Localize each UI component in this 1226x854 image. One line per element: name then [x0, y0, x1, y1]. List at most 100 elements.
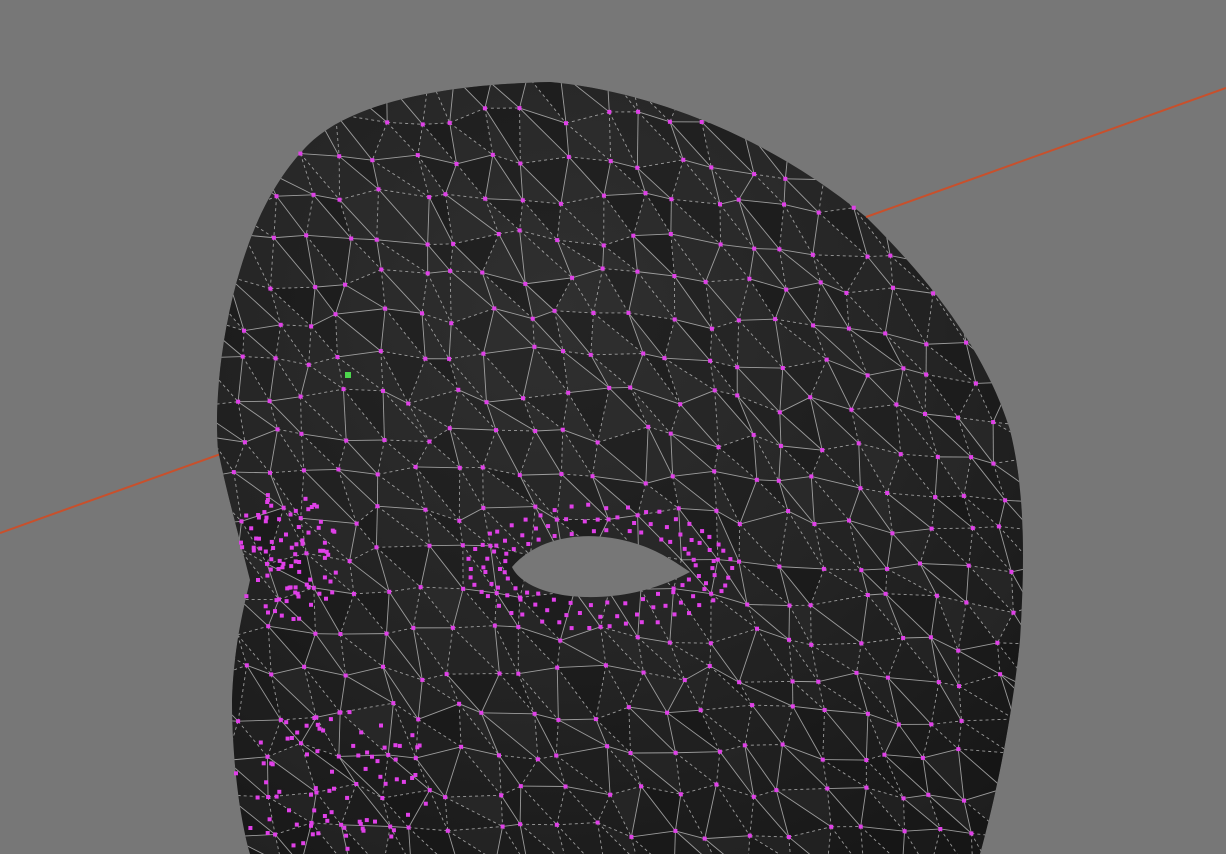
- mesh-vertex[interactable]: [304, 723, 309, 728]
- mesh-vertex[interactable]: [714, 508, 719, 513]
- mesh-vertex[interactable]: [847, 518, 851, 523]
- mesh-vertex[interactable]: [678, 402, 683, 407]
- mesh-vertex[interactable]: [865, 373, 870, 378]
- mesh-vertex[interactable]: [680, 583, 685, 588]
- mesh-vertex[interactable]: [516, 624, 521, 629]
- mesh-vertex[interactable]: [318, 519, 323, 524]
- mesh-vertex[interactable]: [560, 427, 565, 432]
- mesh-vertex[interactable]: [969, 831, 974, 836]
- mesh-vertex[interactable]: [606, 517, 611, 522]
- mesh-vertex[interactable]: [427, 543, 432, 548]
- mesh-vertex[interactable]: [489, 581, 494, 586]
- mesh-vertex[interactable]: [381, 388, 385, 393]
- mesh-vertex[interactable]: [316, 831, 321, 836]
- mesh-vertex[interactable]: [306, 585, 311, 589]
- mesh-vertex[interactable]: [341, 387, 346, 392]
- mesh-vertex[interactable]: [279, 613, 284, 618]
- mesh-vertex[interactable]: [262, 510, 267, 515]
- mesh-vertex[interactable]: [239, 519, 244, 524]
- mesh-vertex[interactable]: [998, 672, 1003, 677]
- mesh-vertex[interactable]: [665, 710, 670, 715]
- mesh-vertex[interactable]: [669, 197, 674, 202]
- mesh-vertex[interactable]: [309, 324, 314, 329]
- mesh-vertex[interactable]: [707, 548, 712, 552]
- mesh-vertex[interactable]: [483, 570, 488, 574]
- mesh-vertex[interactable]: [736, 197, 741, 202]
- mesh-vertex[interactable]: [623, 601, 628, 606]
- mesh-vertex[interactable]: [703, 279, 708, 284]
- mesh-vertex[interactable]: [447, 356, 452, 361]
- mesh-vertex[interactable]: [413, 773, 418, 777]
- mesh-vertex[interactable]: [423, 801, 428, 806]
- mesh-vertex[interactable]: [284, 599, 289, 604]
- mesh-vertex[interactable]: [673, 828, 678, 833]
- mesh-vertex[interactable]: [379, 723, 383, 728]
- mesh-vertex[interactable]: [351, 743, 356, 748]
- mesh-vertex[interactable]: [494, 543, 499, 548]
- mesh-vertex[interactable]: [269, 557, 274, 562]
- mesh-vertex[interactable]: [337, 154, 342, 159]
- mesh-vertex[interactable]: [332, 786, 336, 791]
- mesh-vertex[interactable]: [546, 524, 551, 529]
- mesh-vertex[interactable]: [378, 774, 383, 779]
- mesh-vertex[interactable]: [747, 276, 752, 281]
- mesh-vertex[interactable]: [784, 287, 789, 292]
- mesh-vertex[interactable]: [520, 198, 525, 203]
- mesh-vertex[interactable]: [480, 542, 485, 547]
- mesh-vertex[interactable]: [443, 192, 448, 197]
- mesh-vertex[interactable]: [375, 504, 380, 509]
- mesh-vertex[interactable]: [275, 427, 280, 432]
- mesh-vertex[interactable]: [418, 585, 423, 590]
- mesh-vertex[interactable]: [523, 281, 528, 286]
- viewport-canvas[interactable]: [0, 0, 1226, 854]
- mesh-vertex[interactable]: [778, 443, 783, 448]
- mesh-vertex[interactable]: [457, 701, 462, 706]
- mesh-vertex[interactable]: [894, 402, 899, 407]
- mesh-vertex[interactable]: [712, 388, 717, 393]
- mesh-vertex[interactable]: [294, 822, 299, 827]
- mesh-vertex[interactable]: [293, 552, 298, 557]
- mesh-vertex[interactable]: [401, 779, 406, 784]
- mesh-vertex[interactable]: [787, 603, 792, 608]
- mesh-vertex[interactable]: [662, 356, 667, 361]
- mesh-vertex[interactable]: [494, 591, 499, 596]
- mesh-vertex[interactable]: [382, 438, 387, 442]
- mesh-vertex[interactable]: [306, 507, 311, 512]
- mesh-vertex[interactable]: [363, 766, 368, 771]
- mesh-vertex[interactable]: [370, 158, 375, 163]
- mesh-vertex[interactable]: [492, 623, 497, 628]
- mesh-vertex[interactable]: [317, 591, 322, 596]
- mesh-vertex[interactable]: [314, 504, 319, 509]
- mesh-vertex[interactable]: [728, 557, 733, 562]
- mesh-vertex[interactable]: [923, 412, 927, 416]
- mesh-vertex[interactable]: [747, 833, 752, 838]
- mesh-vertex[interactable]: [730, 566, 735, 570]
- mesh-vertex[interactable]: [957, 684, 961, 689]
- mesh-vertex[interactable]: [300, 538, 305, 543]
- mesh-vertex[interactable]: [702, 587, 707, 592]
- mesh-vertex[interactable]: [327, 788, 332, 793]
- mesh-vertex[interactable]: [535, 757, 540, 762]
- mesh-vertex[interactable]: [865, 593, 870, 597]
- mesh-vertex[interactable]: [676, 506, 681, 511]
- mesh-vertex[interactable]: [816, 210, 821, 215]
- mesh-vertex[interactable]: [554, 517, 559, 522]
- mesh-vertex[interactable]: [818, 280, 823, 285]
- mesh-vertex[interactable]: [244, 513, 249, 518]
- mesh-vertex[interactable]: [325, 818, 330, 823]
- mesh-vertex[interactable]: [608, 159, 613, 164]
- mesh-vertex[interactable]: [481, 505, 486, 510]
- mesh-vertex[interactable]: [309, 823, 313, 828]
- mesh-vertex[interactable]: [309, 602, 313, 607]
- mesh-vertex[interactable]: [298, 394, 303, 399]
- mesh-vertex[interactable]: [697, 603, 702, 608]
- mesh-vertex[interactable]: [472, 582, 477, 587]
- mesh-vertex[interactable]: [380, 796, 385, 800]
- mesh-vertex[interactable]: [336, 467, 341, 472]
- mesh-vertex[interactable]: [308, 577, 313, 582]
- mesh-vertex[interactable]: [301, 468, 306, 473]
- mesh-vertex[interactable]: [443, 795, 448, 800]
- mesh-vertex[interactable]: [902, 829, 907, 834]
- mesh-vertex[interactable]: [737, 559, 741, 564]
- mesh-vertex[interactable]: [629, 834, 634, 839]
